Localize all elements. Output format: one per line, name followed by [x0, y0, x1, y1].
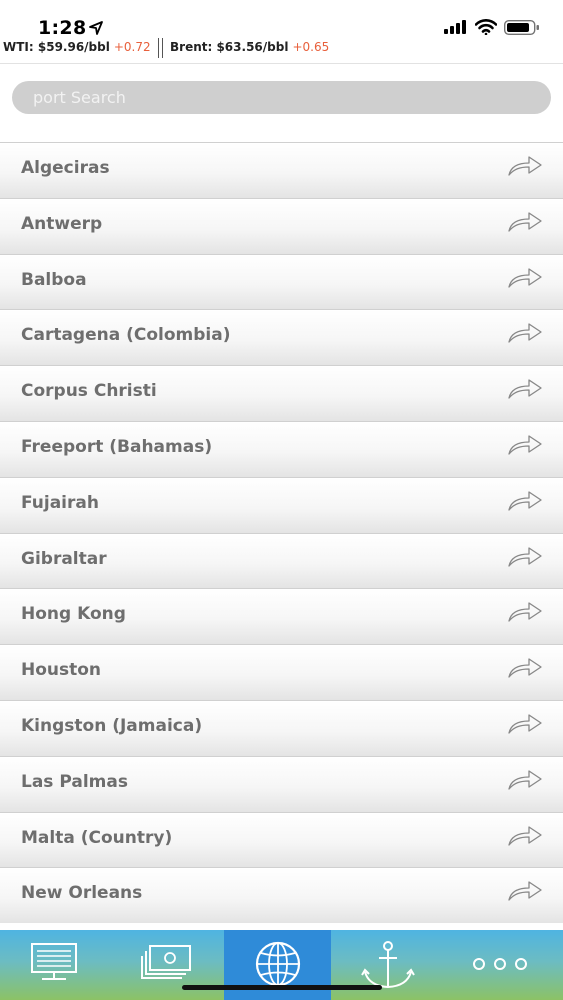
port-name: New Orleans — [21, 883, 143, 904]
list-item[interactable]: Cartagena (Colombia) — [0, 309, 563, 366]
port-name: Las Palmas — [21, 771, 128, 792]
share-arrow-icon[interactable] — [506, 488, 544, 514]
list-item[interactable]: Fujairah — [0, 476, 563, 533]
header-divider — [0, 63, 563, 64]
wifi-icon — [475, 19, 497, 35]
port-search-input[interactable]: port Search — [12, 81, 551, 114]
status-time: 1:28 — [38, 17, 87, 39]
list-item[interactable]: Algeciras — [0, 142, 563, 198]
share-arrow-icon[interactable] — [506, 544, 544, 570]
share-arrow-icon[interactable] — [506, 209, 544, 235]
app-screen: 1:28 WTI: $59.96/bbl +0.72 Brent: $63.56… — [0, 0, 563, 1000]
port-name: Freeport (Bahamas) — [21, 436, 213, 457]
share-arrow-icon[interactable] — [506, 320, 544, 346]
list-item[interactable]: Houston — [0, 644, 563, 700]
share-arrow-icon[interactable] — [506, 432, 544, 458]
share-arrow-icon[interactable] — [506, 878, 544, 904]
share-arrow-icon[interactable] — [506, 711, 544, 737]
share-arrow-icon[interactable] — [506, 767, 544, 793]
list-item[interactable]: Kingston (Jamaica) — [0, 699, 563, 756]
status-bar: 1:28 — [0, 0, 563, 40]
port-list: Algeciras Antwerp Balboa Cartagena (Colombi… — [0, 142, 563, 924]
list-item[interactable]: Balboa — [0, 253, 563, 310]
brent-change: +0.65 — [292, 40, 330, 54]
list-item[interactable]: Hong Kong — [0, 588, 563, 645]
battery-icon — [504, 20, 539, 35]
port-name: Gibraltar — [21, 548, 107, 569]
share-arrow-icon[interactable] — [506, 153, 544, 179]
list-item[interactable]: Corpus Christi — [0, 365, 563, 421]
share-arrow-icon[interactable] — [506, 265, 544, 291]
port-name: Corpus Christi — [21, 381, 157, 402]
port-name: Kingston (Jamaica) — [21, 715, 203, 736]
wti-label: WTI: $59.96/bbl — [3, 40, 110, 54]
list-item[interactable]: Antwerp — [0, 197, 563, 254]
port-name: Fujairah — [21, 492, 99, 513]
port-name: Hong Kong — [21, 604, 126, 625]
list-item[interactable]: Malta (Country) — [0, 811, 563, 868]
list-item[interactable]: Las Palmas — [0, 755, 563, 812]
location-arrow-icon — [89, 21, 103, 35]
port-name: Balboa — [21, 269, 87, 290]
brent-price: Brent: $63.56/bbl +0.65 — [170, 40, 329, 54]
share-arrow-icon[interactable] — [506, 823, 544, 849]
share-arrow-icon[interactable] — [506, 376, 544, 402]
port-name: Antwerp — [21, 213, 103, 234]
share-arrow-icon[interactable] — [506, 599, 544, 625]
search-placeholder: port Search — [33, 88, 126, 107]
port-name: Houston — [21, 660, 102, 681]
brent-label: Brent: $63.56/bbl — [170, 40, 289, 54]
ticker-separator — [158, 38, 163, 58]
port-name: Algeciras — [21, 158, 110, 178]
list-item[interactable]: Gibraltar — [0, 532, 563, 589]
list-item[interactable]: Freeport (Bahamas) — [0, 420, 563, 477]
tab-more[interactable] — [446, 930, 553, 1000]
share-arrow-icon[interactable] — [506, 655, 544, 681]
list-item[interactable]: New Orleans — [0, 867, 563, 924]
wti-change: +0.72 — [113, 40, 151, 54]
oil-price-ticker: WTI: $59.96/bbl +0.72 Brent: $63.56/bbl +0… — [0, 38, 563, 58]
tab-monitor[interactable] — [0, 930, 107, 1000]
cellular-signal-icon — [444, 20, 466, 34]
port-name: Cartagena (Colombia) — [21, 325, 231, 346]
port-name: Malta (Country) — [21, 827, 173, 848]
home-indicator — [182, 985, 382, 990]
wti-price: WTI: $59.96/bbl +0.72 — [3, 40, 151, 54]
